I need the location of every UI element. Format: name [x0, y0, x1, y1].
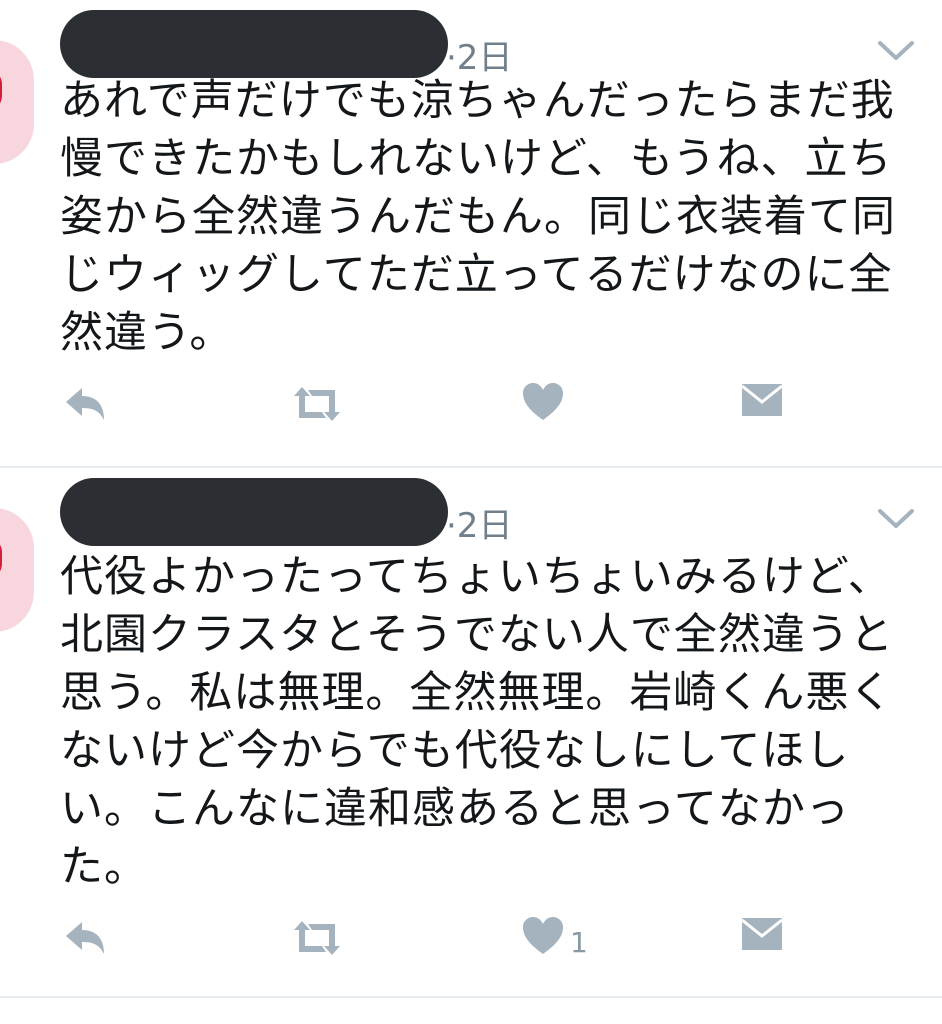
like-count: 1 [570, 926, 588, 959]
divider [0, 996, 942, 998]
tweet-text: あれで声だけでも涼ちゃんだったらまだ我慢できたかもしれないけど、もうね、立ち姿か… [60, 76, 896, 358]
tweet-timestamp[interactable]: ·2日 [446, 498, 512, 547]
reply-icon[interactable] [62, 916, 110, 960]
redacted-username [60, 478, 448, 546]
heart-icon[interactable] [522, 916, 564, 956]
avatar[interactable] [0, 508, 34, 632]
retweet-icon[interactable] [288, 382, 346, 426]
heart-icon[interactable] [522, 382, 564, 422]
envelope-icon[interactable] [740, 382, 784, 418]
envelope-icon[interactable] [740, 916, 784, 952]
tweet[interactable]: ·2日 代役よかったってちょいちょいみるけど、北園クラスタとそうでない人で全然違… [0, 468, 942, 998]
redacted-username [60, 10, 448, 78]
reply-icon[interactable] [62, 382, 110, 426]
tweet-actions [0, 382, 942, 442]
tweet[interactable]: ·2日 あれで声だけでも涼ちゃんだったらまだ我慢できたかもしれないけど、もうね、… [0, 0, 942, 467]
retweet-icon[interactable] [288, 916, 346, 960]
avatar[interactable] [0, 40, 34, 164]
chevron-down-icon[interactable] [876, 506, 916, 532]
chevron-down-icon[interactable] [876, 38, 916, 64]
tweet-text: 代役よかったってちょいちょいみるけど、北園クラスタとそうでない人で全然違うと思う… [60, 552, 894, 892]
tweet-actions: 1 [0, 916, 942, 976]
